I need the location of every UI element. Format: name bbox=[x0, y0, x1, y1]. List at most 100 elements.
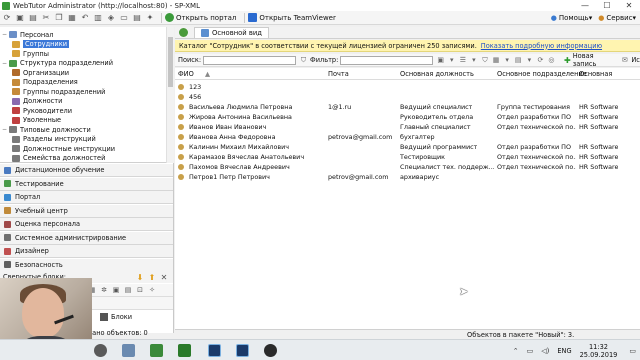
column-header[interactable]: Основная должность bbox=[400, 70, 474, 78]
cube-icon[interactable]: ◈ bbox=[106, 13, 116, 23]
nav-section[interactable]: Тестирование bbox=[0, 177, 173, 191]
nav-section[interactable]: Безопасность bbox=[0, 258, 173, 272]
collapse-toggle-icon[interactable]: − bbox=[2, 60, 9, 67]
tree-item[interactable]: Группы подразделений bbox=[12, 87, 105, 96]
arrow-down-icon[interactable]: ⬇ bbox=[135, 272, 145, 282]
volume-icon[interactable]: ◁) bbox=[541, 347, 549, 355]
minimize-button[interactable]: — bbox=[574, 0, 596, 11]
tree-item[interactable]: Группы bbox=[12, 49, 49, 58]
chevron-down-icon[interactable]: ▾ bbox=[447, 56, 456, 65]
lock-icon[interactable]: ⊡ bbox=[134, 285, 146, 295]
table-row[interactable]: Карамазов Вячеслав Анатольевич Тестировщи… bbox=[175, 152, 640, 162]
maximize-button[interactable]: ☐ bbox=[596, 0, 618, 11]
paste-icon[interactable]: ▦ bbox=[67, 13, 77, 23]
language-indicator[interactable]: ENG bbox=[557, 347, 571, 355]
column-header[interactable]: Основное подразделение bbox=[497, 70, 587, 78]
nav-section[interactable]: Дизайнер bbox=[0, 245, 173, 258]
column-header[interactable]: Основная bbox=[579, 70, 612, 78]
table-row[interactable]: Васильева Людмила Петровна 1@1.ru Ведущий … bbox=[175, 102, 640, 112]
close-blocks-icon[interactable]: ✕ bbox=[159, 272, 169, 282]
search-input[interactable] bbox=[203, 55, 296, 65]
clock[interactable]: 11:32 25.09.2019 bbox=[580, 343, 618, 359]
nav-section[interactable]: Учебный центр bbox=[0, 204, 173, 218]
print-icon[interactable]: ▭ bbox=[119, 13, 129, 23]
cog-icon[interactable]: ✲ bbox=[98, 285, 110, 295]
open-portal-button[interactable]: Открыть портал bbox=[165, 13, 236, 22]
webtutor-icon[interactable] bbox=[208, 344, 221, 357]
tree-item[interactable]: Руководители bbox=[12, 106, 72, 115]
table-row[interactable]: Пахомов Вячеслав Андреевич Специалист тех… bbox=[175, 162, 640, 172]
filter-input[interactable] bbox=[340, 55, 434, 65]
tree-item[interactable]: − Типовые должности bbox=[2, 125, 91, 134]
tab-main-view[interactable]: Основной вид bbox=[194, 27, 269, 38]
collapse-toggle-icon[interactable]: − bbox=[2, 31, 9, 38]
chevron-down-icon[interactable]: ▾ bbox=[503, 56, 512, 65]
star-icon[interactable]: ✦ bbox=[145, 13, 155, 23]
tree-item[interactable]: Семейства должностей bbox=[12, 154, 105, 163]
copy-icon[interactable]: ❐ bbox=[54, 13, 64, 23]
tree-scrollbar[interactable] bbox=[166, 27, 174, 163]
table-row[interactable]: 456 bbox=[175, 92, 640, 102]
table-row[interactable]: Калинин Михаил Михайлович Ведущий програм… bbox=[175, 142, 640, 152]
tree-item[interactable]: Уволенные bbox=[12, 116, 61, 125]
editor-icon[interactable] bbox=[150, 344, 163, 357]
column-header[interactable]: Почта bbox=[328, 70, 349, 78]
chevron-up-icon[interactable]: ⌃ bbox=[513, 347, 519, 355]
globe-icon[interactable]: ◎ bbox=[547, 56, 556, 65]
refresh-icon[interactable]: ⟳ bbox=[2, 13, 12, 23]
save-icon[interactable]: ▤ bbox=[28, 13, 38, 23]
collapse-toggle-icon[interactable]: − bbox=[2, 126, 9, 133]
blocks-item[interactable]: Блоки bbox=[100, 313, 132, 321]
sort-ascending-icon[interactable]: ▲ bbox=[205, 70, 210, 78]
table-row[interactable]: Иванова Анна Федоровна petrova@gmail.com б… bbox=[175, 132, 640, 142]
notifications-icon[interactable]: ▭ bbox=[629, 347, 636, 355]
close-button[interactable]: ✕ bbox=[618, 0, 640, 11]
help-menu[interactable]: ● Помощь ▾ bbox=[551, 14, 592, 22]
tree-item[interactable]: − Персонал bbox=[2, 30, 53, 39]
arrow-up-icon[interactable]: ⬆ bbox=[147, 272, 157, 282]
nav-section[interactable]: Системное администрирование bbox=[0, 231, 173, 245]
tree-item[interactable]: Должностные инструкции bbox=[12, 144, 115, 153]
table-row[interactable]: Жирова Антонина Васильевна Руководитель о… bbox=[175, 112, 640, 122]
folder-icon[interactable]: ▣ bbox=[15, 13, 25, 23]
star-icon[interactable]: ✧ bbox=[146, 285, 158, 295]
table-icon[interactable]: ▦ bbox=[492, 56, 501, 65]
table-row[interactable]: Иванов Иван Иванович Главный специалист От… bbox=[175, 122, 640, 132]
more-label[interactable]: Ис bbox=[631, 56, 640, 64]
chevron-down-icon[interactable]: ▾ bbox=[525, 56, 534, 65]
tree-item[interactable]: Разделы инструкций bbox=[12, 135, 96, 144]
nav-section[interactable]: Портал bbox=[0, 191, 173, 204]
table-row[interactable]: 123 bbox=[175, 82, 640, 92]
folder-icon[interactable]: ▣ bbox=[436, 56, 445, 65]
filter-icon[interactable]: ▾ bbox=[469, 56, 478, 65]
obs-icon[interactable] bbox=[264, 344, 277, 357]
service-menu[interactable]: ● Сервис ▾ bbox=[598, 14, 636, 22]
show-details-link[interactable]: Показать подробную информацию bbox=[481, 42, 602, 50]
tree-item[interactable]: Подразделения bbox=[12, 78, 78, 87]
undo-icon[interactable]: ↶ bbox=[80, 13, 90, 23]
tree-item[interactable]: Должности bbox=[12, 97, 62, 106]
paint-icon[interactable] bbox=[122, 344, 135, 357]
network-icon[interactable]: ▭ bbox=[527, 347, 534, 355]
webtutor-second-icon[interactable] bbox=[236, 344, 249, 357]
list-icon[interactable]: ☰ bbox=[458, 56, 467, 65]
table-icon[interactable]: ▤ bbox=[122, 285, 134, 295]
new-record-button[interactable]: ✚ Новая запись bbox=[564, 52, 614, 68]
back-icon[interactable] bbox=[179, 28, 188, 37]
cut-icon[interactable]: ✂ bbox=[41, 13, 51, 23]
chrome-icon[interactable] bbox=[94, 344, 107, 357]
grid-icon[interactable]: ▥ bbox=[93, 13, 103, 23]
tile-icon[interactable]: ▣ bbox=[110, 285, 122, 295]
tree-item[interactable]: − Структура подразделений bbox=[2, 59, 113, 68]
nav-section[interactable]: Оценка персонала bbox=[0, 218, 173, 231]
refresh-icon[interactable]: ⟳ bbox=[536, 56, 545, 65]
scrollbar-thumb[interactable] bbox=[168, 37, 173, 87]
table-row[interactable]: Петров1 Петр Петрович petrov@gmail.com арх… bbox=[175, 172, 640, 182]
stack-icon[interactable]: ▤ bbox=[132, 13, 142, 23]
export-icon[interactable]: ▤ bbox=[514, 56, 523, 65]
tree-item[interactable]: Организации bbox=[12, 68, 69, 77]
mail-icon[interactable]: ✉ bbox=[620, 56, 629, 65]
column-header[interactable]: ФИО bbox=[178, 70, 194, 78]
nav-section[interactable]: Дистанционное обучение bbox=[0, 164, 173, 177]
excel-icon[interactable] bbox=[178, 344, 191, 357]
